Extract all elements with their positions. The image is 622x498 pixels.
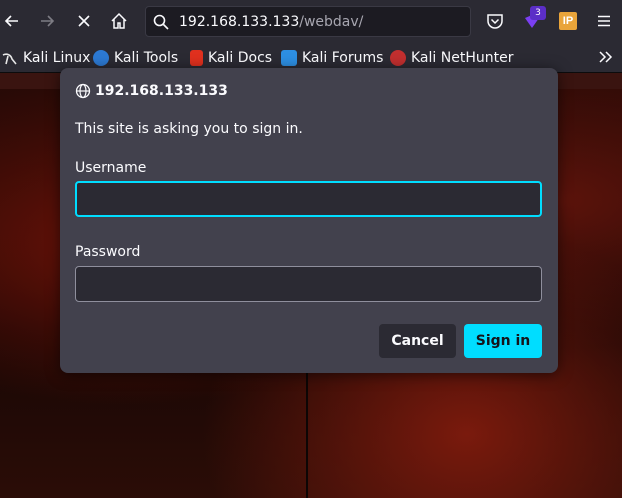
password-field[interactable]: [75, 266, 542, 302]
bookmark-label: Kali NetHunter: [411, 50, 514, 66]
ip-extension-icon[interactable]: IP: [559, 12, 577, 30]
sign-in-button[interactable]: Sign in: [464, 324, 542, 358]
home-icon: [111, 12, 127, 29]
forward-button[interactable]: [35, 9, 59, 33]
home-button[interactable]: [107, 9, 131, 33]
bookmark-label: Kali Forums: [302, 50, 384, 66]
kali-dragon-icon: [2, 50, 18, 66]
bookmark-kali-nethunter[interactable]: Kali NetHunter: [390, 48, 513, 68]
pocket-icon: [487, 14, 503, 29]
url-bar[interactable]: 192.168.133.133/webdav/: [145, 6, 471, 37]
dialog-host-header: 192.168.133.133: [75, 83, 228, 99]
url-text[interactable]: 192.168.133.133/webdav/: [179, 14, 363, 30]
kali-tools-icon: [93, 50, 109, 66]
close-x-icon: [78, 15, 90, 27]
bookmark-label: Kali Linux: [23, 50, 91, 66]
url-host: 192.168.133.133: [179, 14, 300, 30]
pocket-button[interactable]: [483, 9, 507, 33]
password-label: Password: [75, 244, 141, 260]
extension-badge: 3: [530, 6, 546, 20]
bookmark-kali-docs[interactable]: Kali Docs: [190, 48, 272, 68]
bookmarks-overflow-button[interactable]: [597, 48, 615, 70]
kali-docs-icon: [190, 50, 203, 66]
username-label: Username: [75, 160, 147, 176]
search-icon: [153, 14, 169, 30]
back-button[interactable]: [0, 9, 24, 33]
navigation-toolbar: 192.168.133.133/webdav/ 3 IP: [0, 0, 622, 42]
username-field[interactable]: [75, 181, 542, 217]
bookmark-label: Kali Tools: [114, 50, 179, 66]
globe-icon: [75, 83, 91, 99]
stop-loading-button[interactable]: [72, 9, 96, 33]
bookmark-kali-linux[interactable]: Kali Linux: [2, 48, 90, 68]
bookmark-kali-tools[interactable]: Kali Tools: [93, 48, 178, 68]
back-arrow-icon: [4, 15, 18, 27]
kali-forums-icon: [281, 50, 297, 66]
forward-arrow-icon: [41, 15, 55, 27]
dialog-message: This site is asking you to sign in.: [75, 121, 303, 137]
double-chevron-right-icon: [599, 51, 613, 63]
hamburger-menu-icon: [598, 15, 610, 27]
kali-nethunter-icon: [390, 50, 406, 66]
auth-dialog: 192.168.133.133 This site is asking you …: [60, 68, 558, 373]
bookmark-label: Kali Docs: [208, 50, 273, 66]
cancel-button[interactable]: Cancel: [379, 324, 456, 358]
bookmark-kali-forums[interactable]: Kali Forums: [281, 48, 383, 68]
url-path: /webdav/: [299, 14, 364, 30]
menu-button[interactable]: [592, 9, 616, 33]
dialog-host: 192.168.133.133: [95, 83, 228, 99]
